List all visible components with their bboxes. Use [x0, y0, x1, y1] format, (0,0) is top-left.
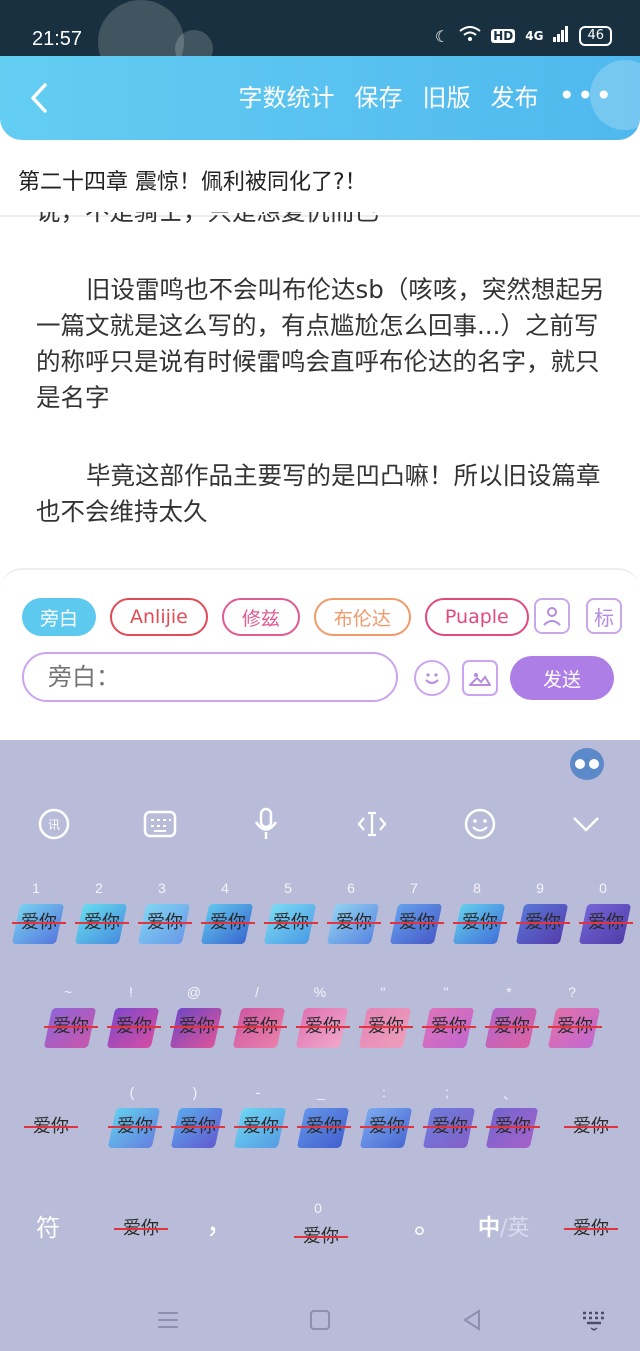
key[interactable]: ; 爱你 — [419, 1084, 477, 1174]
chapter-title: 第二十四章 震惊！佩利被同化了?！ — [18, 170, 367, 195]
editor-content[interactable]: 说，不是骑士，只是想复仇而已 旧设雷鸣也不会叫布伦达sb（咳咳，突然想起另一篇文… — [36, 212, 612, 562]
chevron-left-icon — [31, 83, 47, 113]
keyboard-switch-icon[interactable] — [574, 1300, 614, 1340]
key[interactable]: 7 爱你 — [386, 880, 444, 970]
send-button[interactable]: 发送 — [510, 656, 614, 700]
ime-logo-icon[interactable]: 讯 — [34, 804, 74, 844]
key[interactable]: 爱你 — [110, 1186, 168, 1276]
role-brenda[interactable]: 布伦达 — [313, 598, 411, 636]
microphone-icon[interactable] — [246, 804, 286, 844]
word-count-button[interactable]: 字数统计 — [238, 78, 334, 113]
back-nav-icon[interactable] — [452, 1300, 492, 1340]
key[interactable]: 爱你 — [20, 1084, 78, 1174]
key[interactable]: 3 爱你 — [134, 880, 192, 970]
more-icon[interactable]: ••• — [558, 79, 614, 112]
save-button[interactable]: 保存 — [354, 78, 402, 113]
role-narrator[interactable]: 旁白 — [22, 598, 97, 636]
keyboard-icon[interactable] — [140, 804, 180, 844]
svg-text:讯: 讯 — [48, 818, 60, 832]
tag-icon[interactable]: 标 — [586, 598, 622, 634]
menu-nav-icon[interactable] — [148, 1300, 188, 1340]
moon-icon: ☾ — [434, 26, 450, 46]
role-anlijie[interactable]: Anlijie — [110, 598, 208, 636]
key[interactable]: : 爱你 — [356, 1084, 414, 1174]
key[interactable]: * 爱你 — [481, 984, 539, 1074]
keyboard: 讯 1 爱你 2 爱你 3 爱你 4 爱你 5 爱你 6 爱你 7 爱你 8 爱你 9 爱你 0爱… — [0, 740, 640, 1351]
comma-key[interactable]: ， — [206, 1202, 234, 1242]
key[interactable]: " 爱你 — [418, 984, 476, 1074]
key[interactable]: _ 爱你 — [293, 1084, 351, 1174]
status-bar: 21:57 ☾ HD 4G 46 — [0, 0, 640, 84]
key[interactable]: " 爱你 — [355, 984, 413, 1074]
dialogue-panel: 旁白 Anlijie 修兹 布伦达 Puaple 标 发送 — [0, 568, 640, 710]
key[interactable]: 1 爱你 — [8, 880, 66, 970]
paragraph-cut: 说，不是骑士，只是想复仇而已 — [36, 212, 612, 230]
cursor-icon[interactable] — [352, 804, 392, 844]
key[interactable]: 、爱你 — [482, 1084, 540, 1174]
signal-icon — [553, 26, 569, 46]
key[interactable]: 5 爱你 — [260, 880, 318, 970]
language-toggle[interactable]: 中/英 — [478, 1210, 529, 1242]
key[interactable]: ~ 爱你 — [40, 984, 98, 1074]
role-list: 旁白 Anlijie 修兹 布伦达 Puaple — [22, 598, 529, 636]
enter-key[interactable]: 爱你 — [560, 1186, 618, 1276]
key[interactable]: ! 爱你 — [103, 984, 161, 1074]
key[interactable]: 4 爱你 — [197, 880, 255, 970]
app-toolbar: 字数统计 保存 旧版 发布 ••• — [0, 56, 640, 140]
image-icon[interactable] — [462, 660, 498, 696]
key[interactable]: - 爱你 — [230, 1084, 288, 1174]
role-xiuzi[interactable]: 修兹 — [221, 598, 300, 636]
key[interactable]: 6 爱你 — [323, 880, 381, 970]
paragraph: 旧设雷鸣也不会叫布伦达sb（咳咳，突然想起另一篇文就是这么写的，有点尴尬怎么回事… — [36, 275, 605, 412]
language-secondary: /英 — [500, 1216, 530, 1241]
key[interactable]: 9 爱你 — [512, 880, 570, 970]
key[interactable]: % 爱你 — [292, 984, 350, 1074]
emoji-keyboard-icon[interactable] — [460, 804, 500, 844]
space-key[interactable]: 0 爱你 — [290, 1186, 348, 1276]
paragraph: 毕竟这部作品主要写的是凹凸嘛！所以旧设篇章也不会维持太久 — [36, 461, 601, 526]
back-button[interactable] — [22, 78, 56, 118]
period-key[interactable]: 。 — [414, 1202, 442, 1242]
clock: 21:57 — [32, 28, 83, 50]
key[interactable]: / 爱你 — [229, 984, 287, 1074]
key[interactable]: (爱你 — [104, 1084, 162, 1174]
keyboard-mascot-icon[interactable] — [570, 748, 604, 780]
backspace-key[interactable]: 爱你 — [560, 1084, 618, 1174]
symbol-key[interactable]: 符 — [36, 1208, 60, 1243]
character-manage-icon[interactable] — [534, 598, 570, 634]
dialogue-input[interactable] — [22, 652, 398, 702]
key[interactable]: ) 爱你 — [167, 1084, 225, 1174]
key[interactable]: 2 爱你 — [71, 880, 129, 970]
role-puaple[interactable]: Puaple — [424, 598, 529, 636]
home-nav-icon[interactable] — [300, 1300, 340, 1340]
key[interactable]: @ 爱你 — [166, 984, 224, 1074]
key[interactable]: 0 爱你 — [575, 880, 633, 970]
old-version-button[interactable]: 旧版 — [422, 78, 470, 113]
emoji-icon[interactable] — [414, 660, 450, 696]
wifi-icon — [459, 26, 481, 46]
language-primary: 中 — [478, 1216, 501, 1241]
collapse-keyboard-icon[interactable] — [566, 804, 606, 844]
battery-icon: 46 — [579, 26, 612, 46]
publish-button[interactable]: 发布 — [490, 78, 538, 113]
key[interactable]: 8 爱你 — [449, 880, 507, 970]
key[interactable]: ? 爱你 — [544, 984, 602, 1074]
system-nav-bar — [0, 1300, 640, 1351]
network-icon: 4G — [525, 29, 544, 43]
hd-icon: HD — [491, 29, 516, 43]
